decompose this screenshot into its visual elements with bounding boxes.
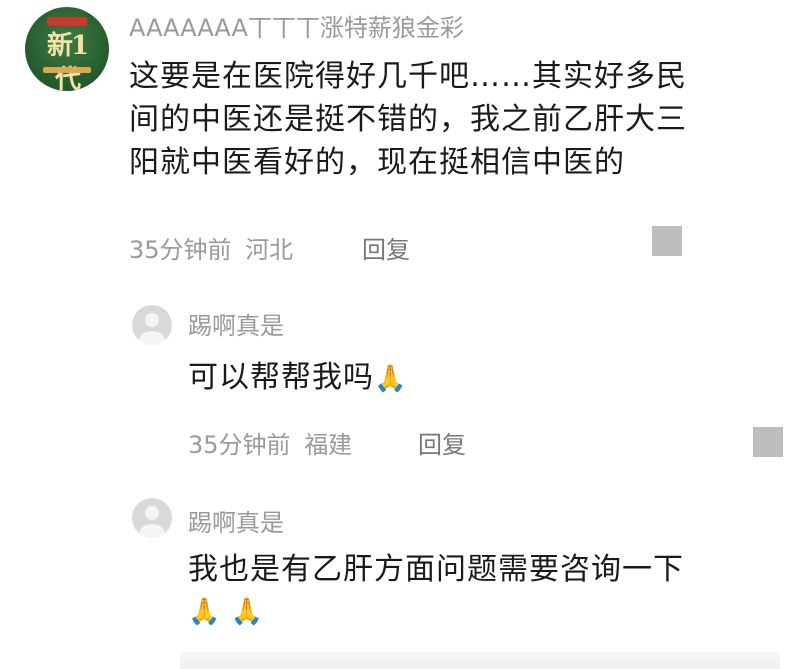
more-options-button[interactable] <box>652 226 682 256</box>
reply-button[interactable]: 回复 <box>362 230 410 265</box>
praying-hands-icon: 🙏 🙏 <box>188 597 265 627</box>
comment-line: 这要是在医院得好几千吧……其实好多民 <box>129 59 687 94</box>
avatar-badge-text: 新1代 <box>46 31 89 91</box>
reply-avatar[interactable] <box>132 305 172 345</box>
reply-username[interactable]: 踢啊真是 <box>188 503 284 538</box>
more-options-button[interactable] <box>753 427 783 457</box>
reply-text-content: 我也是有乙肝方面问题需要咨询一下 <box>188 552 684 587</box>
reply-meta: 35分钟前 福建 <box>188 425 352 460</box>
commenter-avatar[interactable]: 新1代 <box>25 7 109 91</box>
comment-line: 间的中医还是挺不错的，我之前乙肝大三 <box>129 102 687 137</box>
reply-button[interactable]: 回复 <box>418 425 466 460</box>
comment-line: 阳就中医看好的，现在挺相信中医的 <box>129 145 625 180</box>
comment-text: 这要是在医院得好几千吧……其实好多民 间的中医还是挺不错的，我之前乙肝大三 阳就… <box>129 55 789 184</box>
reply-avatar[interactable] <box>132 498 172 538</box>
commenter-username[interactable]: AAAAAAA丅丅丅涨特薪狼金彩 <box>129 8 464 43</box>
default-avatar-icon <box>139 506 165 538</box>
avatar-bar <box>43 67 91 73</box>
truncated-meta-row <box>180 652 780 669</box>
comment-time: 35分钟前 <box>129 236 232 264</box>
comment-location: 河北 <box>245 236 294 264</box>
comment-meta: 35分钟前 河北 <box>129 230 293 265</box>
reply-location: 福建 <box>304 431 353 459</box>
reply-text: 我也是有乙肝方面问题需要咨询一下 🙏 🙏 <box>188 548 788 634</box>
reply-time: 35分钟前 <box>188 431 291 459</box>
praying-hands-icon: 🙏 <box>374 364 408 394</box>
avatar-banner <box>47 17 87 26</box>
reply-text-content: 可以帮帮我吗 <box>188 360 374 395</box>
reply-username[interactable]: 踢啊真是 <box>188 306 284 341</box>
default-avatar-icon <box>139 313 165 345</box>
reply-text: 可以帮帮我吗🙏 <box>188 356 407 401</box>
